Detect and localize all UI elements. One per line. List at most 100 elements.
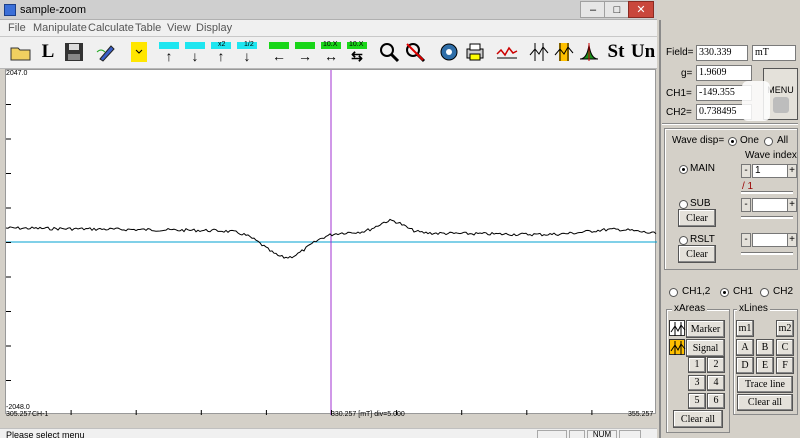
- xline-c-button[interactable]: C: [776, 339, 794, 356]
- l-button[interactable]: L: [36, 40, 60, 64]
- g-label: g=: [681, 68, 693, 79]
- xline-e-button[interactable]: E: [756, 357, 774, 374]
- ch12-radio[interactable]: [669, 288, 678, 297]
- menu-blob-icon: [773, 97, 789, 113]
- menu-file[interactable]: File: [8, 22, 26, 34]
- signal-button[interactable]: Signal: [686, 339, 725, 357]
- maximize-button[interactable]: □: [604, 1, 630, 18]
- yellow-marker-icon: [131, 42, 147, 62]
- xline-f-button[interactable]: F: [776, 357, 794, 374]
- sub-slider[interactable]: [741, 216, 793, 219]
- sub-label: SUB: [690, 198, 711, 209]
- wave-index-input[interactable]: 1: [752, 164, 788, 178]
- arrow-right-icon: →: [298, 48, 312, 64]
- wave-one-radio[interactable]: [728, 137, 737, 146]
- ch2-radio[interactable]: [760, 288, 769, 297]
- xline-b-button[interactable]: B: [756, 339, 774, 356]
- expand-down-button[interactable]: ↓: [183, 40, 207, 64]
- app-icon: [4, 4, 16, 16]
- y-max-label: 2047.0: [6, 70, 28, 77]
- channel-label: CH-1: [32, 411, 49, 418]
- magnifier-cancel-icon: [406, 43, 426, 63]
- main-radio[interactable]: [679, 165, 688, 174]
- rslt-index-input[interactable]: [752, 233, 788, 247]
- title-bar[interactable]: sample-zoom – □ ✕: [0, 0, 657, 20]
- close-button[interactable]: ✕: [628, 1, 654, 18]
- sub-radio[interactable]: [679, 200, 688, 209]
- un-button[interactable]: Un: [630, 40, 656, 64]
- area-lines-highlight-icon: [554, 43, 574, 61]
- xareas-clear-all-button[interactable]: Clear all: [673, 410, 723, 428]
- ch2-radio-label: CH2: [773, 286, 794, 297]
- trace-line-button[interactable]: Trace line: [737, 376, 793, 393]
- scale-x2-button[interactable]: x2 ↑: [209, 40, 233, 64]
- ch1-radio[interactable]: [720, 288, 729, 297]
- xarea-select-button[interactable]: [527, 40, 551, 64]
- shift-right-button[interactable]: →: [293, 40, 317, 64]
- waveform-button[interactable]: [495, 40, 519, 64]
- sub-index-input[interactable]: [752, 198, 788, 212]
- rslt-decrement[interactable]: -: [741, 233, 751, 247]
- overlay-bubble: [742, 81, 770, 121]
- marker-button[interactable]: Marker: [686, 320, 725, 338]
- wave-index-increment[interactable]: +: [787, 164, 797, 178]
- zoom-out-x-button[interactable]: 10.X ↔: [319, 40, 343, 64]
- sub-clear-button[interactable]: Clear: [678, 209, 716, 227]
- rslt-increment[interactable]: +: [787, 233, 797, 247]
- menu-manipulate[interactable]: Manipulate: [33, 22, 87, 34]
- shift-left-button[interactable]: ←: [267, 40, 291, 64]
- sub-increment[interactable]: +: [787, 198, 797, 212]
- print-button[interactable]: [463, 40, 487, 64]
- status-pane-4: [619, 430, 641, 438]
- area-6-button[interactable]: 6: [707, 393, 725, 409]
- rslt-radio[interactable]: [679, 236, 688, 245]
- pen-button[interactable]: [94, 40, 118, 64]
- spectrum-plot[interactable]: [5, 69, 657, 415]
- xlines-clear-all-button[interactable]: Clear all: [737, 394, 793, 411]
- sub-decrement[interactable]: -: [741, 198, 751, 212]
- peak-button[interactable]: [577, 40, 601, 64]
- menu-view[interactable]: View: [167, 22, 191, 34]
- arrow-left-icon: ←: [272, 48, 286, 64]
- status-text: Please select menu: [6, 430, 85, 438]
- marker-area-icon: [669, 320, 686, 336]
- expand-up-button[interactable]: ↑: [157, 40, 181, 64]
- rslt-slider[interactable]: [741, 252, 793, 255]
- main-label: MAIN: [690, 163, 715, 174]
- field-value: 330.339: [696, 45, 748, 61]
- zoom-in-x-button[interactable]: 10.X ⇆: [345, 40, 369, 64]
- field-unit: mT: [752, 45, 796, 61]
- marker-select-button[interactable]: [127, 40, 151, 64]
- settings-button[interactable]: [437, 40, 461, 64]
- st-button[interactable]: St: [604, 40, 628, 64]
- m2-button[interactable]: m2: [776, 320, 794, 337]
- area-2-button[interactable]: 2: [707, 357, 725, 373]
- area-1-button[interactable]: 1: [688, 357, 706, 373]
- arrow-up-icon: ↑: [165, 48, 173, 64]
- area-4-button[interactable]: 4: [707, 375, 725, 391]
- scale-half-button[interactable]: 1/2 ↓: [235, 40, 259, 64]
- rslt-clear-button[interactable]: Clear: [678, 245, 716, 263]
- area-3-button[interactable]: 3: [688, 375, 706, 391]
- arrow-down-icon: ↓: [191, 48, 199, 64]
- open-folder-button[interactable]: [9, 40, 33, 64]
- app-window: sample-zoom – □ ✕ File Manipulate Calcul…: [0, 0, 800, 438]
- area-5-button[interactable]: 5: [688, 393, 706, 409]
- wave-all-radio[interactable]: [764, 137, 773, 146]
- xarea-signal-button[interactable]: [552, 40, 576, 64]
- xline-a-button[interactable]: A: [736, 339, 754, 356]
- main-slider[interactable]: [741, 191, 793, 194]
- zoom-reset-button[interactable]: [403, 40, 427, 64]
- menu-display[interactable]: Display: [196, 22, 232, 34]
- zoom-button[interactable]: [377, 40, 401, 64]
- save-button[interactable]: [62, 40, 86, 64]
- spectrum-canvas[interactable]: [6, 70, 657, 415]
- printer-icon: [466, 43, 484, 61]
- wave-index-decrement[interactable]: -: [741, 164, 751, 178]
- m1-button[interactable]: m1: [736, 320, 754, 337]
- minimize-button[interactable]: –: [580, 1, 606, 18]
- xline-d-button[interactable]: D: [736, 357, 754, 374]
- wave-one-label: One: [740, 135, 759, 146]
- menu-table[interactable]: Table: [135, 22, 161, 34]
- menu-calculate[interactable]: Calculate: [88, 22, 134, 34]
